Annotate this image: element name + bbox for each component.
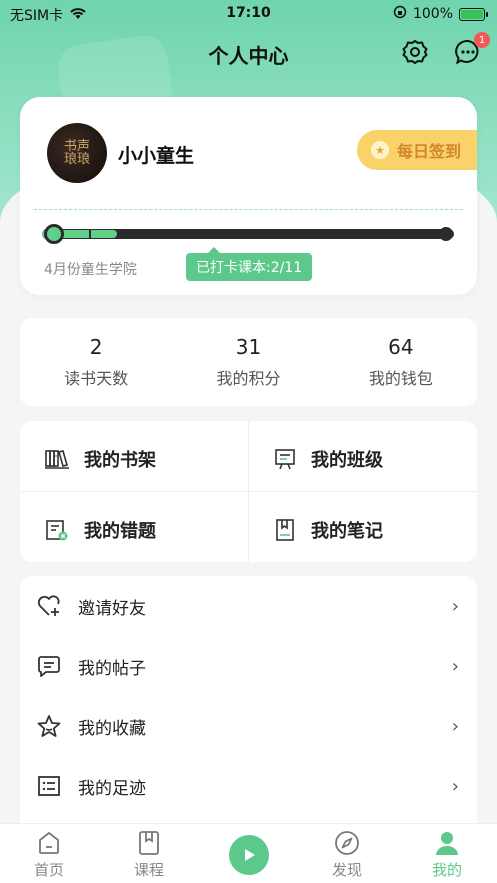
grid-item-label: 我的班级 — [311, 450, 383, 471]
battery-icon — [459, 7, 488, 21]
person-icon — [436, 832, 458, 855]
chevron-right-icon: › — [451, 655, 459, 677]
bookshelf-icon — [45, 450, 69, 469]
username: 小小童生 — [118, 145, 195, 167]
notebook-icon — [276, 519, 294, 541]
grid-item-label: 我的错题 — [84, 521, 156, 542]
tab-discover[interactable]: 发现 — [317, 830, 377, 880]
tab-label: 我的 — [431, 861, 462, 879]
profile-card: 书声琅琅 小小童生 ★ 每日签到 4月份童生学院 已打卡课本:2/11 — [20, 97, 477, 295]
progress-end-dot — [439, 227, 453, 241]
stat-points[interactable]: 31 我的积分 — [172, 318, 324, 406]
tab-home[interactable]: 首页 — [19, 830, 79, 880]
list-item-label: 我的足迹 — [78, 778, 146, 799]
play-button[interactable] — [229, 835, 269, 875]
chevron-right-icon: › — [451, 775, 459, 797]
tab-courses[interactable]: 课程 — [119, 830, 179, 880]
chevron-right-icon: › — [451, 715, 459, 737]
messages-button[interactable]: 1 — [452, 32, 490, 68]
settings-list: 邀请好友 › 我的帖子 › 我的收藏 › 我的足迹 › — [20, 576, 477, 836]
home-icon — [39, 832, 59, 854]
tab-label: 发现 — [331, 861, 362, 879]
message-badge: 1 — [474, 32, 490, 48]
tab-label: 课程 — [133, 861, 164, 879]
avatar[interactable]: 书声琅琅 — [47, 123, 107, 183]
title-bar: 个人中心 1 — [0, 32, 497, 72]
list-item-label: 我的收藏 — [78, 718, 146, 739]
stat-value: 2 — [89, 335, 103, 359]
battery-percent: 100% — [412, 6, 453, 22]
stat-label: 我的积分 — [216, 369, 281, 388]
settings-button[interactable] — [399, 36, 431, 68]
wrong-questions-icon — [46, 520, 68, 541]
star-icon: ★ — [371, 141, 389, 159]
tab-bar: 首页 课程 发现 我的 — [0, 823, 497, 883]
feature-grid: 我的书架 我的班级 我的错题 我的笔记 — [20, 421, 477, 562]
list-item-label: 我的帖子 — [78, 658, 146, 679]
list-item-my-posts[interactable]: 我的帖子 › — [20, 636, 477, 696]
grid-item-wrong-questions[interactable]: 我的错题 — [20, 495, 248, 565]
gear-icon — [402, 40, 428, 64]
list-item-label: 邀请好友 — [78, 598, 146, 619]
list-item-invite-friends[interactable]: 邀请好友 › — [20, 576, 477, 636]
heart-plus-icon — [37, 595, 60, 616]
stat-label: 读书天数 — [64, 369, 129, 388]
stat-wallet[interactable]: 64 我的钱包 — [325, 318, 477, 406]
progress-tick — [89, 230, 91, 238]
orientation-lock-icon — [393, 5, 407, 23]
star-icon — [37, 715, 61, 737]
tab-label: 首页 — [33, 861, 64, 879]
chat-lines-icon — [38, 656, 60, 677]
tab-mine[interactable]: 我的 — [417, 830, 477, 880]
avatar-logo: 书声琅琅 — [63, 139, 90, 167]
grid-item-class[interactable]: 我的班级 — [249, 424, 477, 494]
divider — [34, 209, 463, 210]
list-item-favorites[interactable]: 我的收藏 › — [20, 696, 477, 756]
stat-value: 64 — [388, 335, 414, 359]
checkin-progress-tooltip: 已打卡课本:2/11 — [186, 247, 313, 281]
progress-start-dot — [44, 224, 64, 244]
stat-reading-days[interactable]: 2 读书天数 — [20, 318, 172, 406]
grid-item-label: 我的书架 — [84, 450, 156, 471]
checkin-label: 每日签到 — [397, 142, 462, 161]
daily-checkin-button[interactable]: ★ 每日签到 — [357, 130, 477, 170]
stat-label: 我的钱包 — [368, 369, 433, 388]
chevron-right-icon: › — [451, 595, 459, 617]
bookmark-icon — [139, 831, 159, 855]
stats-panel: 2 读书天数 31 我的积分 64 我的钱包 — [20, 318, 477, 406]
class-board-icon — [275, 449, 295, 470]
status-bar: 无SIM卡 17:10 100% — [0, 0, 497, 28]
stat-value: 31 — [235, 335, 262, 359]
compass-icon — [335, 831, 359, 855]
grid-item-notes[interactable]: 我的笔记 — [249, 495, 477, 565]
list-item-footprints[interactable]: 我的足迹 › — [20, 756, 477, 816]
list-icon — [38, 776, 60, 796]
play-icon — [245, 849, 255, 861]
academy-label: 4月份童生学院 — [44, 262, 137, 278]
grid-item-bookshelf[interactable]: 我的书架 — [20, 424, 248, 494]
grid-item-label: 我的笔记 — [311, 521, 383, 542]
